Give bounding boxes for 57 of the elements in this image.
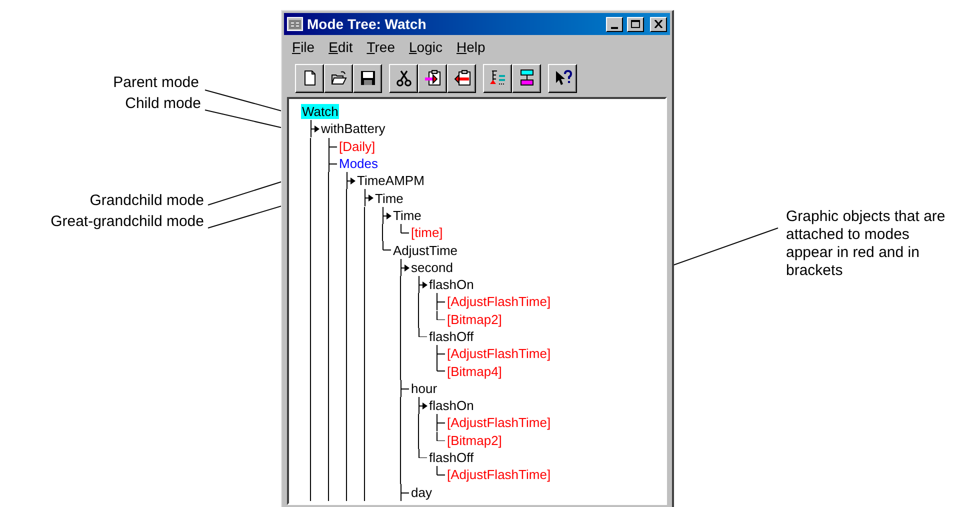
scissors-icon [394, 69, 412, 87]
callout-text: Graphic objects that are attached to modes appear in red and in brackets [786, 208, 946, 280]
tree-node[interactable]: [AdjustFlashTime] [446, 467, 552, 482]
tree-node[interactable]: hour [410, 380, 438, 396]
menu-item[interactable]: Edit [322, 36, 359, 58]
close-button[interactable] [650, 16, 667, 32]
menu-item[interactable]: Logic [403, 36, 448, 58]
tree-node[interactable]: AdjustTime [392, 242, 459, 258]
tree-node[interactable]: Watch [301, 104, 340, 120]
tree-node[interactable]: [Bitmap2] [446, 312, 503, 327]
toolbar-button[interactable] [512, 64, 541, 92]
folder-icon [330, 69, 348, 87]
toolbar-button[interactable] [483, 64, 512, 92]
menu-item[interactable]: Tree [360, 36, 401, 58]
toolbar-button[interactable] [418, 64, 447, 92]
app-icon [287, 17, 303, 31]
clipboard-arrow-icon [452, 69, 470, 87]
toolbar-button[interactable] [548, 64, 577, 92]
tree-node[interactable]: withBattery [320, 121, 386, 136]
minimize-button[interactable] [606, 16, 623, 32]
tree-node[interactable]: [AdjustFlashTime] [446, 415, 552, 430]
tree-node[interactable]: day [410, 484, 433, 500]
menu-item[interactable]: File [286, 36, 321, 58]
tree-node[interactable]: Time [374, 190, 404, 206]
tree-node[interactable]: second [410, 260, 454, 275]
minimize-icon [611, 26, 618, 28]
tree-node[interactable]: flashOff [428, 329, 475, 344]
toolbar-button[interactable] [353, 64, 382, 92]
callout-text: Great-grandchild mode [50, 213, 204, 231]
close-icon [654, 20, 663, 28]
callout-text: Parent mode [113, 74, 199, 92]
window-title: Mode Tree: Watch [307, 14, 428, 34]
clipboard-arrow-icon [424, 69, 442, 87]
callout-text: Grandchild mode [90, 192, 204, 210]
tree-node[interactable]: [Bitmap4] [446, 364, 503, 379]
flow-boxes-icon [518, 69, 536, 87]
tree-node[interactable]: [Bitmap2] [446, 432, 503, 448]
maximize-icon [631, 20, 640, 28]
maximize-button[interactable] [627, 16, 644, 32]
pointer-question-icon [554, 69, 572, 87]
tree-node[interactable]: flashOn [428, 277, 475, 292]
toolbar-button[interactable] [324, 64, 353, 92]
menu-item[interactable]: Help [450, 36, 492, 58]
tree-node[interactable]: [AdjustFlashTime] [446, 294, 552, 310]
toolbar-button[interactable] [295, 64, 324, 92]
tree-node[interactable]: TimeAMPM [356, 173, 426, 188]
toolbar-button[interactable] [447, 64, 476, 92]
tree-layout-icon [488, 69, 506, 87]
tree-node[interactable]: [Daily] [338, 138, 376, 154]
tree-node[interactable]: [AdjustFlashTime] [446, 346, 552, 362]
tree-node[interactable]: Modes [338, 156, 380, 172]
tree-node[interactable]: flashOff [428, 450, 475, 466]
tree-node[interactable]: Time [392, 208, 422, 223]
tree-node[interactable]: [time] [410, 225, 444, 240]
tree-node[interactable]: flashOn [428, 398, 475, 414]
callout-text: Child mode [125, 95, 201, 113]
toolbar-button[interactable] [389, 64, 418, 92]
